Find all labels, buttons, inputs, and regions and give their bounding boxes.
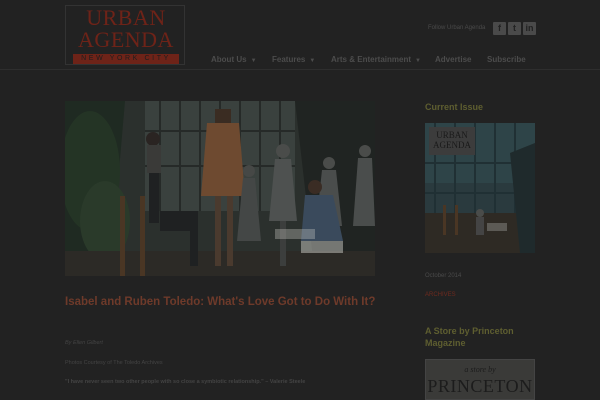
chevron-down-icon: ▼ bbox=[250, 58, 257, 64]
store-heading: A Store by Princeton Magazine bbox=[425, 326, 514, 348]
issue-date[interactable]: October 2014 bbox=[425, 272, 461, 280]
follow-label: Follow Urban Agenda bbox=[428, 25, 486, 31]
current-issue-heading: Current Issue bbox=[425, 102, 484, 112]
logo-word-agenda: AGENDA bbox=[78, 27, 174, 52]
logo-word-urban: URBAN bbox=[86, 5, 166, 30]
store-banner[interactable]: a store by PRINCETON bbox=[425, 359, 535, 400]
archives-link[interactable]: ARCHIVES bbox=[425, 291, 456, 299]
linkedin-icon[interactable]: in bbox=[523, 22, 536, 35]
studio-photo-illustration bbox=[65, 101, 375, 276]
photo-credit: Photos Courtesy of The Toledo Archives bbox=[65, 360, 163, 366]
nav-label: Features bbox=[272, 55, 306, 64]
nav-advertise[interactable]: Advertise bbox=[435, 55, 471, 65]
chevron-down-icon: ▼ bbox=[309, 58, 316, 64]
twitter-icon[interactable]: t bbox=[508, 22, 521, 35]
article-byline: By Ellen Gilbert bbox=[65, 340, 103, 346]
nav-about-us[interactable]: About Us ▼ bbox=[211, 55, 257, 66]
logo-subtitle: NEW YORK CITY bbox=[73, 54, 179, 64]
article-hero-image[interactable] bbox=[65, 101, 375, 276]
nav-label: About Us bbox=[211, 55, 247, 64]
cover-logo-line1: URBAN bbox=[436, 130, 468, 140]
article-title[interactable]: Isabel and Ruben Toledo: What's Love Got… bbox=[65, 296, 395, 308]
store-banner-title: PRINCETON bbox=[427, 376, 533, 396]
site-logo[interactable]: URBAN AGENDA NEW YORK CITY bbox=[65, 5, 185, 65]
nav-label: Arts & Entertainment bbox=[331, 55, 412, 64]
nav-features[interactable]: Features ▼ bbox=[272, 55, 315, 66]
chevron-down-icon: ▼ bbox=[415, 58, 421, 64]
current-issue-cover[interactable]: URBAN AGENDA bbox=[425, 123, 535, 253]
cover-logo-line2: AGENDA bbox=[433, 140, 471, 150]
nav-label: Subscribe bbox=[487, 55, 526, 64]
store-banner-tagline: a store by bbox=[464, 365, 496, 374]
facebook-icon[interactable]: f bbox=[493, 22, 506, 35]
site-header: URBAN AGENDA NEW YORK CITY Follow Urban … bbox=[0, 0, 600, 70]
cover-logo: URBAN AGENDA bbox=[429, 127, 475, 155]
article-pull-quote: "I have never seen two other people with… bbox=[65, 379, 306, 385]
nav-subscribe[interactable]: Subscribe bbox=[487, 55, 526, 65]
nav-arts-entertainment[interactable]: Arts & Entertainment ▼ bbox=[331, 55, 421, 66]
nav-label: Advertise bbox=[435, 55, 472, 64]
